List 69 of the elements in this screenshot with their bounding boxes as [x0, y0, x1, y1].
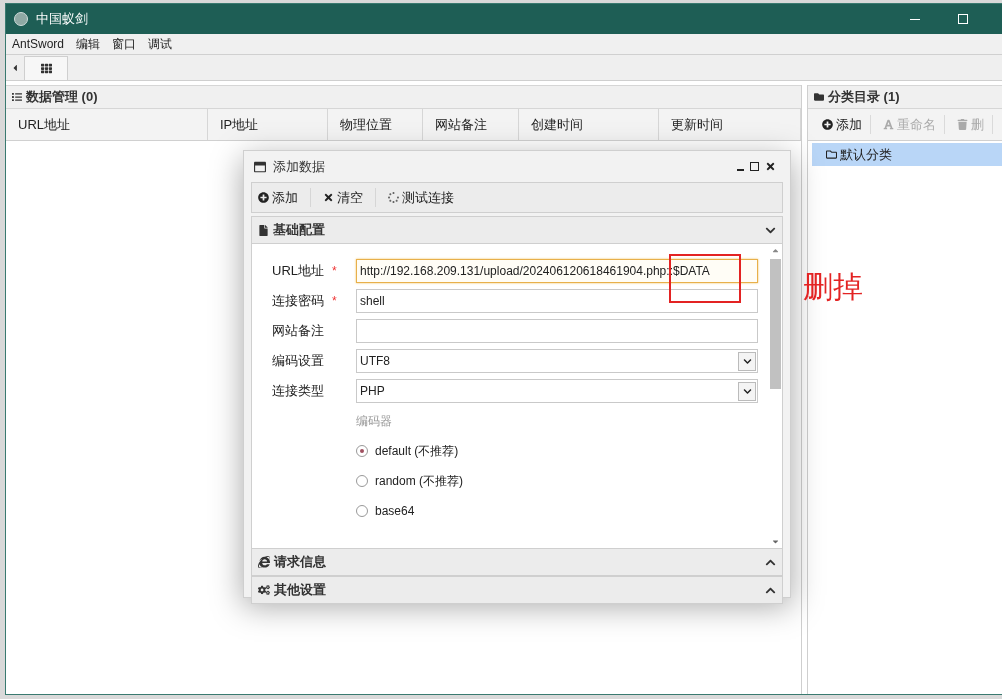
toolbar-button[interactable]: 清空	[323, 187, 376, 208]
minimize-icon[interactable]	[737, 168, 744, 171]
globe-e-icon	[258, 556, 270, 568]
section-header[interactable]: 请求信息	[251, 548, 783, 576]
panel-title: 数据管理 (0)	[26, 88, 98, 107]
required-mark: *	[332, 263, 337, 280]
font-icon	[883, 119, 894, 130]
radio-button[interactable]	[356, 505, 368, 517]
radio-option[interactable]: base64	[356, 502, 415, 520]
radio-option[interactable]: random (不推荐)	[356, 472, 463, 490]
scroll-down-icon[interactable]	[770, 537, 780, 546]
app-logo-icon	[14, 12, 28, 26]
column-header[interactable]: 更新时间	[659, 109, 801, 140]
tree-item[interactable]: 默认分类	[812, 143, 1002, 166]
column-header[interactable]: URL地址	[6, 109, 208, 140]
radio-button[interactable]	[356, 445, 368, 457]
menu-item[interactable]: 编辑	[76, 35, 101, 53]
radio-button[interactable]	[356, 475, 368, 487]
dialog-title: 添加数据	[273, 157, 325, 176]
select-field[interactable]: PHP	[356, 379, 758, 403]
folder-icon	[814, 92, 824, 102]
chevron-down-icon	[742, 356, 752, 366]
grid-icon	[40, 63, 52, 74]
toolbar-button[interactable]: 添加	[258, 187, 311, 208]
section-title: 其他设置	[274, 581, 326, 600]
column-header[interactable]: IP地址	[208, 109, 328, 140]
radio-option[interactable]: default (不推荐)	[356, 442, 459, 460]
window-icon	[254, 160, 266, 173]
column-header[interactable]: 物理位置	[328, 109, 423, 140]
section-title: 请求信息	[274, 553, 326, 572]
grid-tab[interactable]	[24, 56, 68, 80]
gears-icon	[258, 584, 270, 596]
field-label: 连接类型	[272, 382, 325, 401]
list-icon	[12, 92, 22, 102]
close-icon[interactable]	[765, 161, 776, 172]
annotation-text: 删掉	[803, 272, 863, 302]
column-header[interactable]: 创建时间	[519, 109, 659, 140]
text-field[interactable]: shell	[356, 289, 758, 313]
field-label: 编码设置	[272, 352, 325, 371]
menu-item[interactable]: 调试	[148, 35, 173, 53]
toolbar-button[interactable]: 测试连接	[388, 187, 466, 208]
column-header[interactable]: 网站备注	[423, 109, 519, 140]
menu-item[interactable]: AntSword	[12, 35, 65, 53]
panel-title: 分类目录 (1)	[828, 88, 900, 107]
menu-item[interactable]: 窗口	[112, 35, 137, 53]
window-title: 中国蚁剑	[36, 10, 88, 29]
document-icon	[258, 224, 269, 236]
trash-icon	[957, 119, 968, 130]
section-header[interactable]: 基础配置	[251, 216, 783, 244]
folder-icon	[826, 149, 837, 160]
spinner-icon	[388, 192, 399, 203]
field-label: 连接密码	[272, 292, 325, 311]
section-header[interactable]: 其他设置	[251, 576, 783, 604]
add-icon	[822, 119, 833, 130]
required-mark: *	[332, 293, 337, 310]
scroll-up-icon[interactable]	[770, 246, 780, 255]
tree-item-label: 默认分类	[840, 145, 892, 164]
section-title: 基础配置	[273, 221, 325, 240]
toolbar-button[interactable]: 添加	[822, 114, 871, 135]
field-label: URL地址	[272, 262, 325, 281]
encoder-label: 编码器	[356, 413, 393, 430]
field-label: 网站备注	[272, 322, 325, 341]
minimize-icon[interactable]	[910, 18, 920, 20]
add-icon	[258, 192, 269, 203]
text-field[interactable]	[356, 319, 758, 343]
close-icon	[323, 192, 334, 203]
select-field[interactable]: UTF8	[356, 349, 758, 373]
chevron-down-icon	[742, 386, 752, 396]
maximize-icon[interactable]	[750, 162, 759, 171]
